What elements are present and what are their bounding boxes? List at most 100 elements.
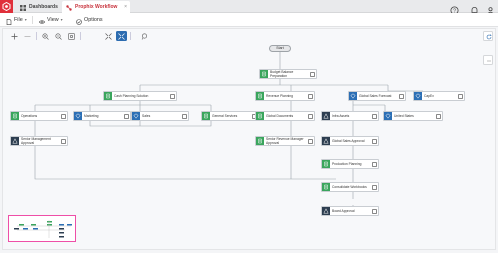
workflow-node-operations[interactable]: Operations: [10, 111, 68, 121]
node-label: Senior Revenue Manager Approval: [266, 137, 305, 145]
workflow-node-cash-flow[interactable]: Cash Planning Solution: [103, 91, 177, 101]
node-label-line: Production Planning: [332, 162, 362, 166]
node-menu-icon[interactable]: [308, 93, 313, 99]
workflow-node-marketing[interactable]: Marketing: [73, 111, 131, 121]
help-icon[interactable]: ?: [450, 2, 459, 15]
app-window: Dashboards Prophix Workflow × ? File ▾ V…: [0, 0, 498, 253]
task-icon: [104, 92, 112, 100]
workflow-icon: [66, 4, 72, 11]
bell-icon[interactable]: [470, 2, 479, 15]
node-label-line: CapEx: [424, 94, 434, 98]
workflow-node-sales[interactable]: Sales: [131, 111, 189, 121]
process-icon: [349, 92, 357, 100]
workflow-node-infra-assets[interactable]: Infra Assets: [321, 111, 379, 121]
node-label: United States: [394, 112, 433, 120]
workflow-canvas[interactable]: Start Budget Balance Preparation Cash Plan…: [2, 28, 496, 250]
node-menu-icon[interactable]: [436, 113, 441, 119]
task-icon: [202, 112, 210, 120]
approval-icon: [322, 137, 330, 145]
node-label: Operations: [21, 112, 58, 120]
prophix-logo-icon[interactable]: [0, 0, 13, 13]
view-menu[interactable]: View ▾: [38, 13, 63, 27]
process-icon: [132, 112, 140, 120]
user-avatar-icon[interactable]: [486, 2, 495, 15]
node-label: Cash Planning Solution: [114, 92, 167, 100]
node-label: Consolidate Workbooks: [332, 183, 369, 191]
node-label-line: Consolidate Workbooks: [332, 185, 367, 189]
approval-icon: [322, 207, 330, 215]
task-icon: [256, 137, 264, 145]
minimap[interactable]: [8, 215, 76, 242]
node-menu-icon[interactable]: [372, 138, 377, 144]
node-menu-icon[interactable]: [310, 71, 315, 77]
tab-label: Prophix Workflow: [75, 4, 118, 10]
node-label: Global Sales Approval: [332, 137, 369, 145]
process-icon: [384, 112, 392, 120]
node-label: Sales: [142, 112, 179, 120]
node-label-line: Cash Planning Solution: [114, 94, 149, 98]
node-label: Senior Management Approval: [21, 137, 58, 145]
node-label: Global Sales Forecast: [359, 92, 396, 100]
node-menu-icon[interactable]: [182, 113, 187, 119]
workflow-node-general-services[interactable]: General Services: [201, 111, 259, 121]
node-label-line: Global Sales Forecast: [359, 94, 392, 98]
node-label-line: Global Documents: [266, 114, 294, 118]
task-icon: [11, 112, 19, 120]
workflow-node-board-approval[interactable]: Board Approval: [321, 206, 379, 216]
file-icon: [6, 17, 12, 25]
options-menu-label: Options: [84, 17, 103, 23]
node-menu-icon[interactable]: [372, 113, 377, 119]
close-tab-icon[interactable]: ×: [124, 1, 127, 13]
file-menu-label: File: [14, 17, 23, 23]
task-icon: [322, 183, 330, 191]
workflow-node-revenue[interactable]: Revenue Planning: [255, 91, 315, 101]
workflow-node-consolidate[interactable]: Consolidate Workbooks: [321, 182, 379, 192]
title-bar: Dashboards Prophix Workflow × ?: [0, 0, 498, 15]
node-menu-icon[interactable]: [170, 93, 175, 99]
node-label: Revenue Planning: [266, 92, 305, 100]
task-icon: [256, 112, 264, 120]
workflow-node-united-states[interactable]: United States: [383, 111, 443, 121]
node-label: Board Approval: [332, 207, 369, 215]
workflow-node-global-documents[interactable]: Global Documents: [255, 111, 315, 121]
approval-icon: [322, 112, 330, 120]
workflow-node-senior-revenue[interactable]: Senior Revenue Manager Approval: [255, 136, 315, 146]
workflow-node-senior-mgmt[interactable]: Senior Management Approval: [10, 136, 68, 146]
node-menu-icon[interactable]: [372, 208, 377, 214]
node-menu-icon[interactable]: [308, 138, 313, 144]
start-node[interactable]: Start: [269, 45, 291, 52]
node-menu-icon[interactable]: [372, 184, 377, 190]
process-icon: [74, 112, 82, 120]
workflow-node-budget-prep[interactable]: Budget Balance Preparation: [259, 69, 317, 79]
menu-divider: [32, 16, 33, 24]
file-menu[interactable]: File ▾: [5, 13, 27, 27]
node-menu-icon[interactable]: [458, 93, 463, 99]
node-menu-icon[interactable]: [308, 113, 313, 119]
task-icon: [322, 160, 330, 168]
node-label: Global Documents: [266, 112, 305, 120]
node-menu-icon[interactable]: [61, 113, 66, 119]
node-label-line: Sales: [142, 114, 151, 118]
minimap-preview: [14, 220, 72, 238]
node-label-line: Infra Assets: [332, 114, 350, 118]
tab-dashboards[interactable]: Dashboards: [16, 1, 58, 13]
eye-icon: [38, 17, 46, 24]
node-label: CapEx: [424, 92, 455, 100]
node-menu-icon[interactable]: [124, 113, 129, 119]
node-label-line: Operations: [21, 114, 38, 118]
options-menu[interactable]: Options: [75, 13, 103, 27]
menu-bar: File ▾ View ▾ Options: [0, 13, 498, 27]
workflow-node-capex[interactable]: CapEx: [413, 91, 465, 101]
node-menu-icon[interactable]: [372, 161, 377, 167]
node-label-line: Board Approval: [332, 209, 355, 213]
node-label-line: Revenue Planning: [266, 94, 293, 98]
workflow-node-global-sales[interactable]: Global Sales Forecast: [348, 91, 406, 101]
node-menu-icon[interactable]: [61, 138, 66, 144]
node-menu-icon[interactable]: [399, 93, 404, 99]
workflow-node-production-planning[interactable]: Production Planning: [321, 159, 379, 169]
node-label-line: Preparation: [270, 74, 288, 78]
workflow-node-global-sales-approval[interactable]: Global Sales Approval: [321, 136, 379, 146]
node-label: Marketing: [84, 112, 121, 120]
tab-prophix-workflow[interactable]: Prophix Workflow ×: [62, 1, 130, 13]
node-label-line: Approval: [266, 141, 280, 145]
